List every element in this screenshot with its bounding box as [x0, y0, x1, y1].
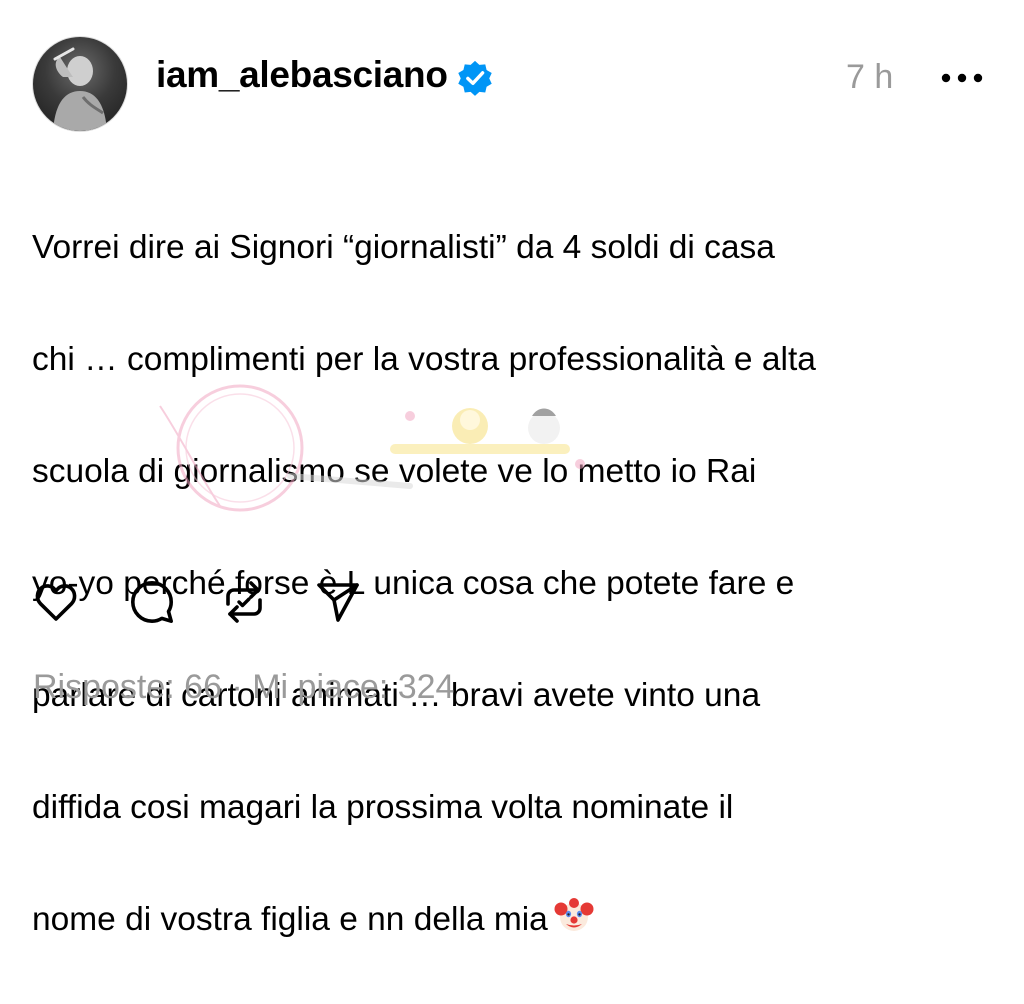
- post-timestamp: 7 h: [846, 58, 894, 96]
- avatar-photo: [53, 47, 107, 131]
- thread-post: iam_alebasciano 7 h Vorrei dire ai Signo…: [0, 0, 1024, 938]
- caption-line: nome di vostra figlia e nn della mia: [32, 901, 548, 938]
- caption-line: chi … complimenti per la vostra professi…: [32, 341, 816, 378]
- stats-separator: ·: [222, 668, 253, 706]
- comment-bubble-icon[interactable]: [128, 578, 176, 626]
- avatar[interactable]: [32, 36, 128, 132]
- username[interactable]: iam_alebasciano: [156, 54, 448, 96]
- replies-count[interactable]: Risposte: 66: [33, 668, 222, 706]
- verified-badge-icon: [458, 60, 492, 96]
- likes-count[interactable]: Mi piace: 324: [252, 668, 454, 706]
- heart-icon[interactable]: [32, 578, 80, 626]
- caption-line: Vorrei dire ai Signori “giornalisti” da …: [32, 229, 775, 266]
- more-options-icon[interactable]: [940, 62, 984, 94]
- caption-line-last: nome di vostra figlia e nn della mia: [32, 892, 992, 948]
- caption-line: scuola di giornalismo se volete ve lo me…: [32, 453, 757, 490]
- caption-line: diffida cosi magari la prossima volta no…: [32, 789, 734, 826]
- post-caption: Vorrei dire ai Signori “giornalisti” da …: [32, 164, 992, 1004]
- caption-line: yo-yo perché forse è L unica cosa che po…: [32, 565, 795, 602]
- repost-icon[interactable]: [220, 578, 268, 626]
- send-icon[interactable]: [314, 578, 362, 626]
- clown-face-emoji-icon: [554, 898, 594, 931]
- post-stats: Risposte: 66 · Mi piace: 324: [33, 668, 454, 707]
